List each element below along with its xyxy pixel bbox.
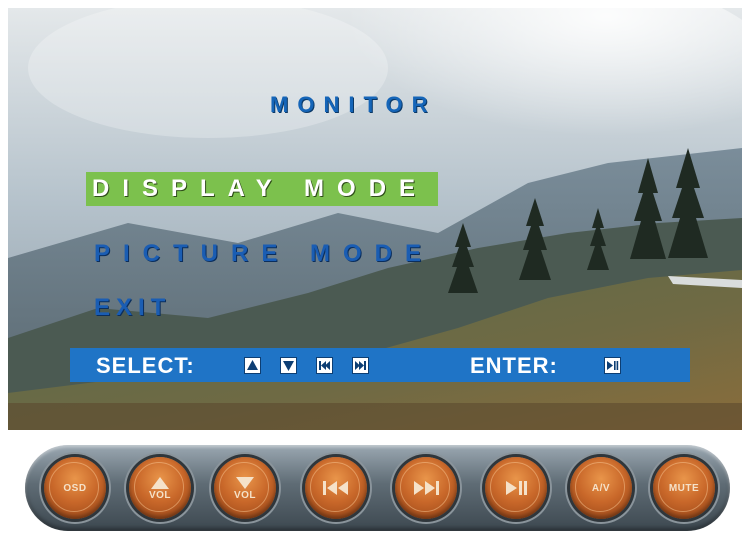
play-pause-icon <box>506 481 527 495</box>
remote-button-strip: OSD VOL VOL A/V MUTE <box>25 445 730 531</box>
vol-up-label: VOL <box>148 489 172 501</box>
select-label: SELECT: <box>96 353 195 378</box>
menu-item-display-mode[interactable]: DISPLAY MODE <box>86 172 438 206</box>
key-help-bar: SELECT: ENTER: <box>70 348 690 382</box>
av-button[interactable]: A/V <box>570 457 632 519</box>
next-track-icon <box>414 481 439 495</box>
vol-down-label: VOL <box>233 489 257 501</box>
vol-down-button[interactable]: VOL <box>214 457 276 519</box>
mute-button-label: MUTE <box>668 482 700 494</box>
osd-title: MONITOR <box>270 92 437 117</box>
menu-item-picture-mode[interactable]: PICTURE MODE <box>94 240 434 268</box>
up-triangle-icon <box>151 476 169 489</box>
next-track-icon <box>352 357 369 374</box>
down-arrow-icon <box>280 357 297 374</box>
monitor-screen: MONITOR DISPLAY MODE PICTURE MODE EXIT S… <box>8 8 742 430</box>
down-triangle-icon <box>236 476 254 489</box>
next-button[interactable] <box>395 457 457 519</box>
previous-track-icon <box>323 481 348 495</box>
av-button-label: A/V <box>591 482 611 494</box>
menu-item-exit[interactable]: EXIT <box>94 294 171 322</box>
mute-button[interactable]: MUTE <box>653 457 715 519</box>
osd-button[interactable]: OSD <box>44 457 106 519</box>
osd-button-label: OSD <box>63 482 87 494</box>
play-pause-button[interactable] <box>485 457 547 519</box>
enter-label: ENTER: <box>470 353 558 378</box>
previous-button[interactable] <box>305 457 367 519</box>
up-arrow-icon <box>244 357 261 374</box>
prev-track-icon <box>316 357 333 374</box>
vol-up-button[interactable]: VOL <box>129 457 191 519</box>
play-pause-icon <box>604 357 621 374</box>
